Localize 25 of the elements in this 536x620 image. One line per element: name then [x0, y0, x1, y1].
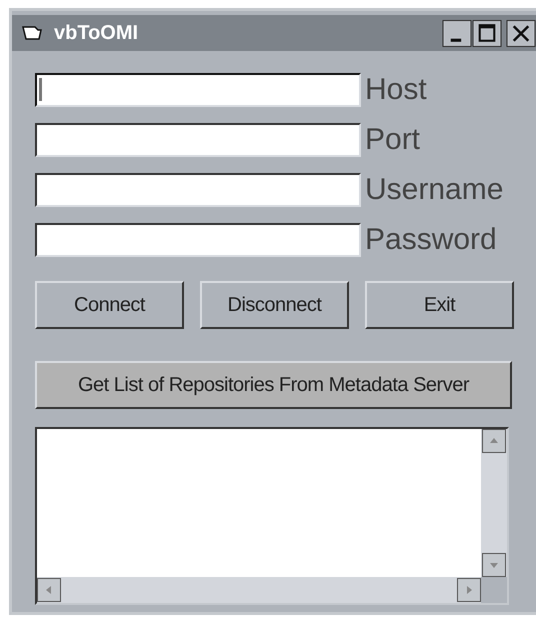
action-button[interactable]: Disconnect [200, 281, 349, 329]
maximize-icon[interactable] [472, 20, 502, 46]
vertical-scrollbar[interactable] [481, 429, 507, 577]
window-title: vbToOMI [54, 22, 140, 44]
text-field[interactable] [35, 73, 361, 107]
field-label: Username [365, 173, 504, 207]
field-label: Password [365, 223, 497, 257]
scroll-right-icon[interactable] [457, 578, 481, 602]
text-field[interactable] [35, 223, 361, 257]
horizontal-scrollbar[interactable] [37, 577, 481, 603]
get-list-button[interactable]: Get List of Repositories From Metadata Server [35, 361, 512, 409]
close-icon[interactable] [506, 20, 536, 46]
action-button[interactable]: Exit [365, 281, 514, 329]
list-box[interactable] [35, 427, 509, 605]
text-field[interactable] [35, 173, 361, 207]
action-button[interactable]: Connect [35, 281, 184, 329]
scroll-left-icon[interactable] [37, 578, 61, 602]
window-icon [22, 25, 42, 41]
text-field[interactable] [35, 123, 361, 157]
scroll-down-icon[interactable] [482, 553, 506, 577]
scroll-up-icon[interactable] [482, 429, 506, 453]
field-label: Port [365, 123, 420, 157]
field-label: Host [365, 73, 427, 107]
minimize-icon[interactable] [442, 20, 472, 46]
scrollbar-corner [481, 577, 507, 603]
